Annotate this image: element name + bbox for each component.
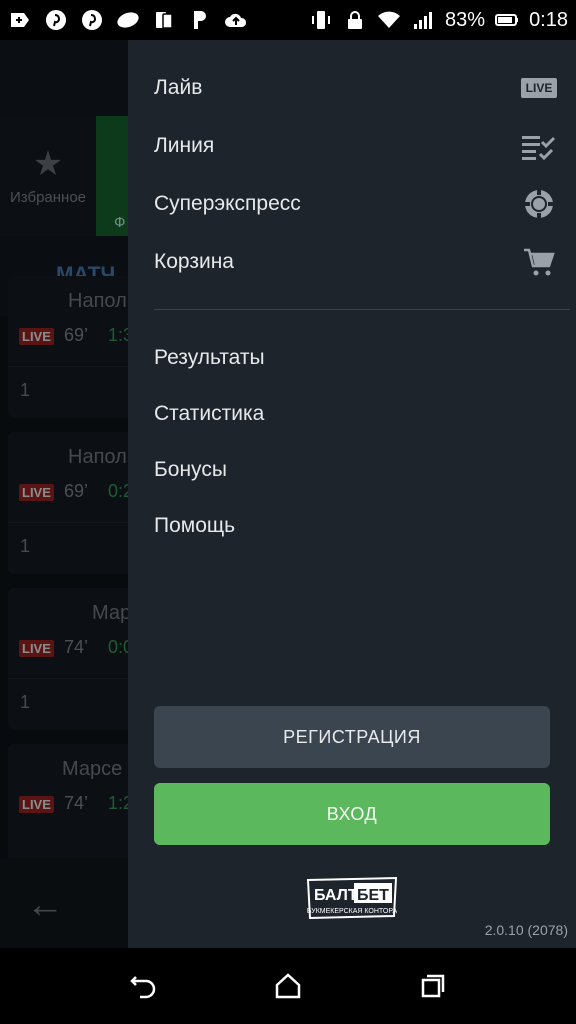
recents-button[interactable] <box>413 966 453 1006</box>
pinterest-icon <box>44 8 68 32</box>
cloud-upload-icon <box>224 8 248 32</box>
lock-icon <box>343 8 367 32</box>
logo-text-right: БЕТ <box>357 887 389 904</box>
login-button[interactable]: ВХОД <box>154 783 550 845</box>
menu-item-label: Бонусы <box>154 458 227 481</box>
baltbet-logo: БАЛТ БЕТ БУКМЕКЕРСКАЯ КОНТОРА <box>307 876 398 920</box>
menu-item-help[interactable]: Помощь <box>154 497 556 555</box>
menu-item-superexpress[interactable]: Суперэкспресс <box>154 175 556 233</box>
battery-percent: 83% <box>445 8 486 31</box>
menu-item-results[interactable]: Результаты <box>154 329 556 387</box>
logo-text-left: БАЛТ <box>314 887 358 904</box>
pinterest-icon-2 <box>80 8 104 32</box>
menu-item-label: Помощь <box>154 514 236 537</box>
chip-icon <box>522 187 556 221</box>
home-button[interactable] <box>268 966 308 1006</box>
ball-icon <box>116 8 140 32</box>
add-notification-icon <box>8 8 32 32</box>
menu-divider <box>154 309 570 310</box>
app-version: 2.0.10 (2078) <box>484 922 568 938</box>
logo-subtitle: БУКМЕКЕРСКАЯ КОНТОРА <box>307 908 398 915</box>
battery-icon <box>495 8 519 32</box>
menu-item-label: Линия <box>154 134 215 157</box>
live-badge: LIVE <box>520 78 558 98</box>
menu-item-live[interactable]: Лайв LIVE <box>154 59 558 117</box>
parking-icon <box>188 8 212 32</box>
menu-item-label: Результаты <box>154 346 265 369</box>
home-icon <box>275 973 301 999</box>
menu-item-label: Суперэкспресс <box>154 192 301 215</box>
checklist-icon <box>522 129 556 163</box>
signal-icon <box>411 8 435 32</box>
register-button[interactable]: РЕГИСТРАЦИЯ <box>154 706 550 768</box>
menu-item-cart[interactable]: Корзина <box>154 233 556 291</box>
wifi-icon <box>377 8 401 32</box>
navigation-drawer: Лайв LIVE Линия Суперэкспресс Корзина Ре… <box>128 40 576 948</box>
back-button[interactable] <box>123 966 163 1006</box>
cart-icon <box>522 245 556 279</box>
vibrate-icon <box>309 8 333 32</box>
system-nav-bar <box>0 948 576 1024</box>
menu-item-bonuses[interactable]: Бонусы <box>154 441 556 499</box>
menu-item-statistics[interactable]: Статистика <box>154 385 556 443</box>
status-bar: 83% 0:18 <box>0 0 576 40</box>
menu-item-label: Корзина <box>154 250 234 273</box>
clock: 0:18 <box>529 8 568 31</box>
copy-icon <box>152 8 176 32</box>
back-icon <box>129 976 155 999</box>
menu-item-label: Лайв <box>154 76 203 99</box>
menu-item-line[interactable]: Линия <box>154 117 556 175</box>
live-icon: LIVE <box>520 71 558 105</box>
recents-icon <box>422 974 445 998</box>
menu-item-label: Статистика <box>154 402 265 425</box>
